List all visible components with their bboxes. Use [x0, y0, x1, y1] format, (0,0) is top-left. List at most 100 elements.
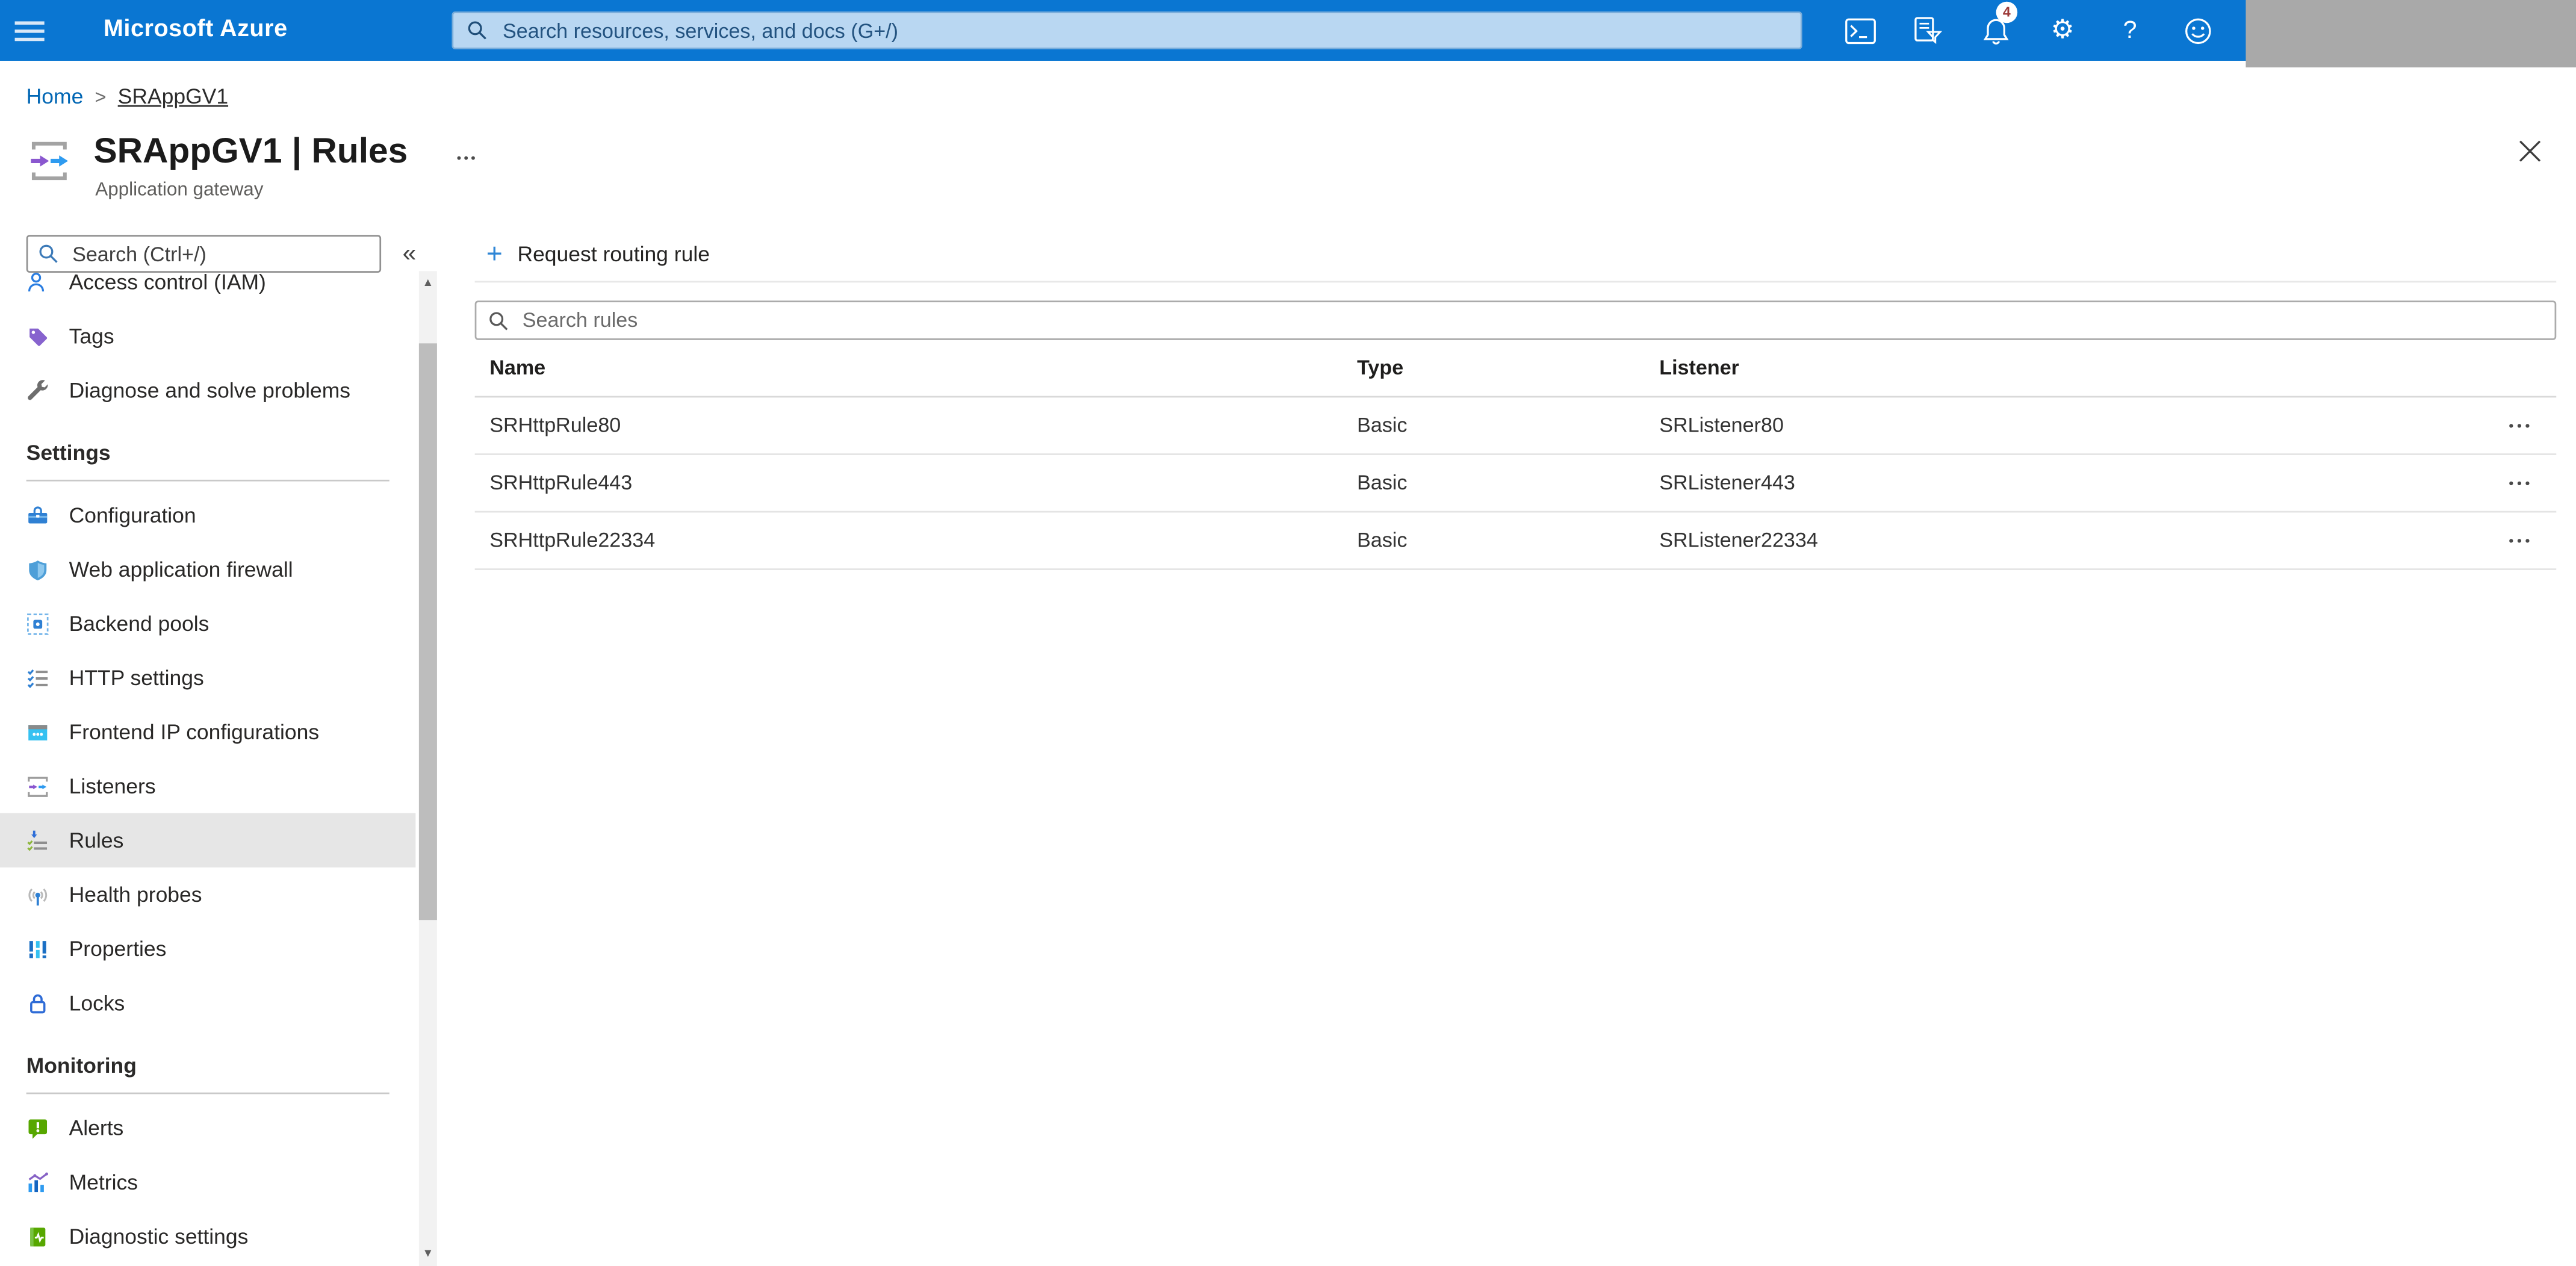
column-header-listener: Listener [1659, 356, 1739, 380]
rule-listener-cell: SRListener22334 [1659, 529, 1818, 552]
table-header-row: Name Type Listener [474, 340, 2557, 398]
sidebar-item-access-control[interactable]: Access control (IAM) [0, 273, 415, 309]
help-icon[interactable]: ? [2096, 0, 2164, 61]
shield-icon [26, 557, 49, 580]
column-header-name: Name [489, 356, 546, 380]
rule-listener-cell: SRListener443 [1659, 471, 1795, 495]
listeners-icon [26, 775, 49, 798]
rule-type-cell: Basic [1357, 529, 1407, 552]
top-bar: Microsoft Azure 4 ⚙ ? [0, 0, 2576, 61]
sidebar-item-label: Health probes [69, 882, 202, 907]
breadcrumb-home-link[interactable]: Home [26, 84, 84, 108]
azure-brand[interactable]: Microsoft Azure [104, 0, 288, 61]
search-icon [468, 21, 486, 40]
wrench-icon [26, 379, 49, 402]
table-row[interactable]: SRHttpRule80 Basic SRListener80 ••• [474, 397, 2557, 455]
sidebar-item-locks[interactable]: Locks [0, 976, 415, 1030]
column-header-type: Type [1357, 356, 1404, 380]
scrollbar-down-arrow[interactable]: ▼ [419, 1246, 437, 1264]
sidebar-item-diagnostic-settings[interactable]: Diagnostic settings [0, 1209, 415, 1264]
sidebar-item-properties[interactable]: Properties [0, 922, 415, 976]
access-control-icon [26, 273, 49, 293]
breadcrumb-current-link[interactable]: SRAppGV1 [118, 84, 228, 108]
sidebar-item-alerts[interactable]: Alerts [0, 1100, 415, 1155]
rule-name-cell: SRHttpRule443 [489, 471, 633, 495]
scrollbar-up-arrow[interactable]: ▲ [419, 275, 437, 293]
page-more-button[interactable]: ••• [453, 148, 481, 169]
sidebar-item-configuration[interactable]: Configuration [0, 488, 415, 542]
row-menu-button[interactable]: ••• [2464, 532, 2556, 548]
sidebar-item-label: Frontend IP configurations [69, 719, 320, 745]
redacted-account-area [2245, 0, 2576, 67]
resource-menu-sidebar: « Access control (IAM) Tags [0, 214, 444, 1266]
sidebar-item-label: Listeners [69, 774, 156, 799]
sidebar-item-tags[interactable]: Tags [0, 309, 415, 363]
sidebar-item-label: Alerts [69, 1115, 124, 1140]
sidebar-item-label: Access control (IAM) [69, 273, 266, 294]
close-icon[interactable] [2515, 138, 2545, 167]
breadcrumb: Home > SRAppGV1 [26, 84, 228, 108]
sidebar-search-input[interactable] [69, 240, 370, 267]
global-search-input[interactable] [499, 17, 1788, 44]
sidebar-section-settings: Settings [26, 440, 111, 465]
sidebar-item-http-settings[interactable]: HTTP settings [0, 651, 415, 705]
sidebar-item-backend-pools[interactable]: Backend pools [0, 597, 415, 651]
toolbox-icon [26, 503, 49, 526]
topbar-icon-row: 4 ⚙ ? [1827, 0, 2231, 61]
sidebar-item-listeners[interactable]: Listeners [0, 759, 415, 813]
request-routing-rule-button[interactable]: + Request routing rule [486, 238, 710, 268]
metrics-icon [26, 1170, 49, 1193]
directory-filter-icon[interactable] [1894, 0, 1961, 61]
azure-portal: Microsoft Azure 4 ⚙ ? [0, 0, 2576, 1266]
notifications-bell-icon[interactable]: 4 [1961, 0, 2029, 61]
sidebar-item-metrics[interactable]: Metrics [0, 1155, 415, 1209]
search-icon [39, 244, 58, 263]
rule-listener-cell: SRListener80 [1659, 414, 1784, 437]
rule-type-cell: Basic [1357, 471, 1407, 495]
hamburger-menu-icon[interactable] [14, 15, 51, 46]
sidebar-item-health-probes[interactable]: Health probes [0, 867, 415, 922]
rule-name-cell: SRHttpRule22334 [489, 529, 656, 552]
sidebar-nav-viewport: Access control (IAM) Tags Diagnose and s… [0, 273, 416, 1266]
rules-search-input[interactable] [519, 307, 2543, 334]
settings-gear-icon[interactable]: ⚙ [2029, 0, 2096, 61]
frontend-ip-icon [26, 721, 49, 743]
sidebar-item-label: HTTP settings [69, 665, 204, 690]
sidebar-item-label: Tags [69, 323, 114, 349]
rule-name-cell: SRHttpRule80 [489, 414, 621, 437]
sidebar-item-label: Diagnose and solve problems [69, 377, 351, 403]
rules-icon [26, 829, 49, 852]
sidebar-item-waf[interactable]: Web application firewall [0, 542, 415, 597]
sidebar-search-box [26, 235, 382, 273]
diagnostic-settings-icon [26, 1224, 49, 1247]
table-row[interactable]: SRHttpRule443 Basic SRListener443 ••• [474, 455, 2557, 513]
rule-type-cell: Basic [1357, 414, 1407, 437]
global-search-box [452, 11, 1802, 49]
sidebar-item-label: Diagnostic settings [69, 1224, 249, 1249]
sidebar-item-rules[interactable]: Rules [0, 813, 416, 867]
sidebar-item-diagnose[interactable]: Diagnose and solve problems [0, 363, 415, 417]
row-menu-button[interactable]: ••• [2464, 475, 2556, 491]
sidebar-item-label: Backend pools [69, 611, 209, 636]
sidebar-item-label: Properties [69, 936, 167, 961]
page-subtitle: Application gateway [95, 181, 264, 200]
alert-icon [26, 1116, 49, 1139]
plus-icon: + [486, 237, 503, 269]
health-probes-icon [26, 883, 49, 906]
rules-search-box [474, 300, 2557, 340]
divider [26, 1092, 390, 1094]
sidebar-item-label: Rules [69, 828, 124, 853]
cloud-shell-icon[interactable] [1827, 0, 1895, 61]
sidebar-item-frontend-ip[interactable]: Frontend IP configurations [0, 705, 415, 759]
table-row[interactable]: SRHttpRule22334 Basic SRListener22334 ••… [474, 512, 2557, 570]
breadcrumb-separator: > [95, 85, 107, 109]
lock-icon [26, 991, 49, 1014]
rules-table: Name Type Listener SRHttpRule80 Basic SR… [474, 340, 2557, 570]
collapse-sidebar-button[interactable]: « [399, 237, 420, 271]
backend-pools-icon [26, 612, 49, 635]
divider [26, 479, 390, 482]
scrollbar-thumb[interactable] [418, 343, 437, 920]
sidebar-item-label: Locks [69, 990, 125, 1016]
feedback-smiley-icon[interactable] [2164, 0, 2231, 61]
row-menu-button[interactable]: ••• [2464, 417, 2556, 433]
